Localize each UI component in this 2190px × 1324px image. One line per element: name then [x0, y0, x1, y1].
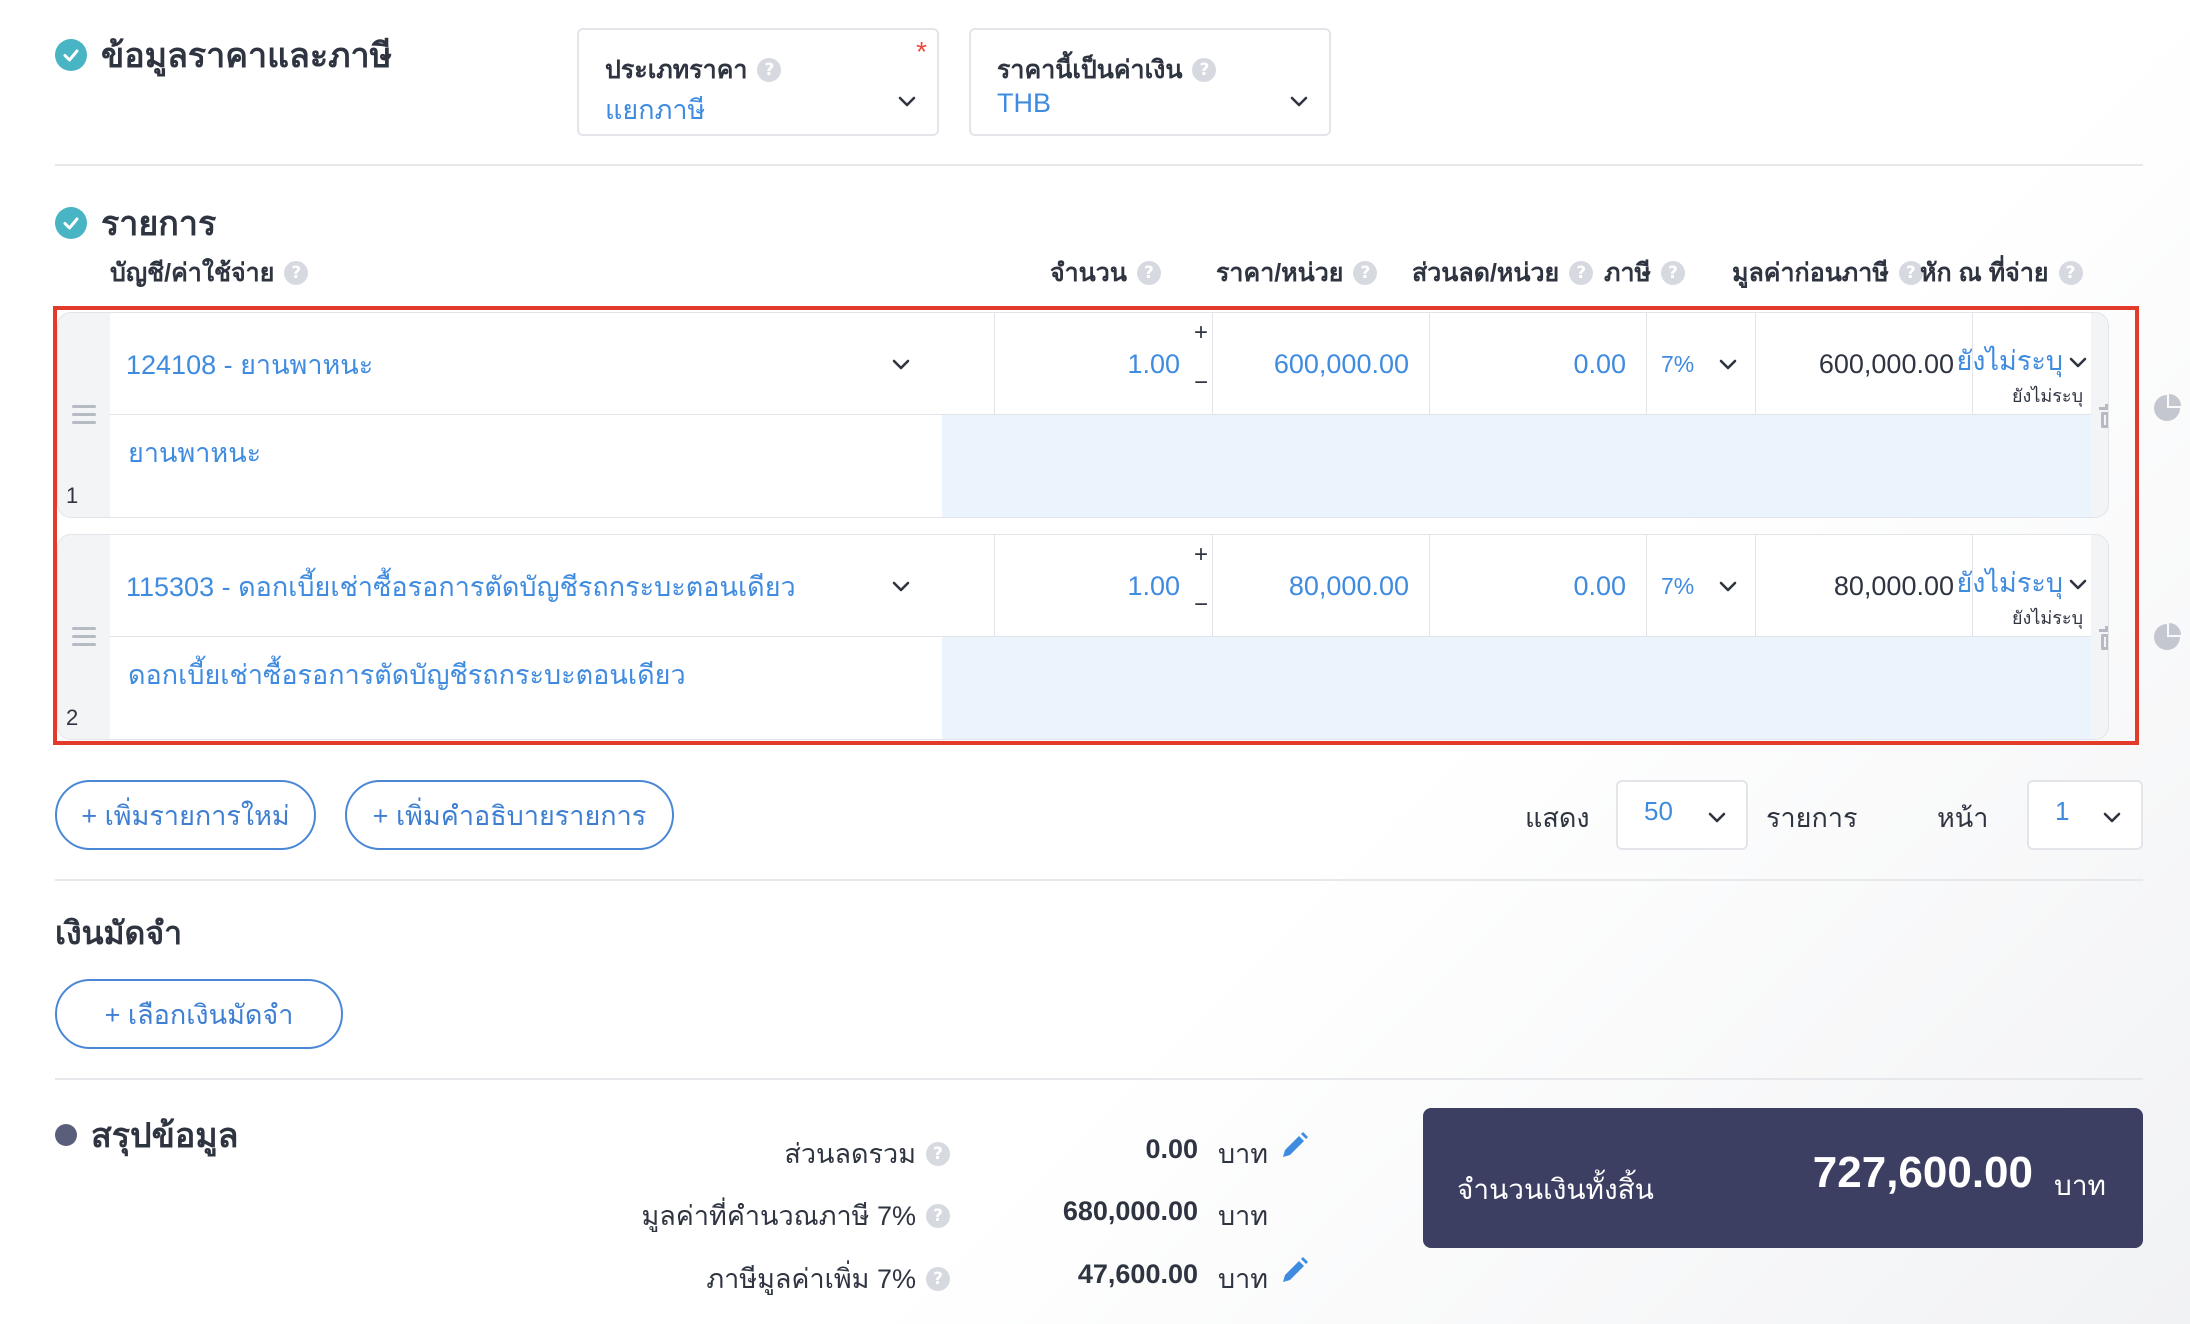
pie-chart-icon[interactable]	[2152, 622, 2182, 652]
selection-highlight	[53, 306, 2139, 745]
col-discount: ส่วนลด/หน่วย?	[1412, 253, 1594, 293]
vat-text: ภาษีมูลค่าเพิ่ม 7%	[706, 1264, 916, 1294]
help-icon[interactable]: ?	[1353, 261, 1378, 285]
help-icon[interactable]: ?	[757, 58, 782, 82]
discount-total-text: ส่วนลดรวม	[784, 1139, 916, 1169]
col-withholding: หัก ณ ที่จ่าย?	[1920, 253, 2083, 293]
check-circle-icon	[55, 207, 87, 239]
help-icon[interactable]: ?	[1661, 261, 1685, 285]
pie-chart-icon[interactable]	[2152, 393, 2182, 423]
taxable-label: มูลค่าที่คำนวณภาษี 7%?	[641, 1194, 950, 1237]
items-label: รายการ	[1766, 803, 1858, 833]
price-tax-title: ข้อมูลราคาและภาษี	[101, 37, 393, 75]
page-select[interactable]: 1	[2027, 780, 2143, 850]
grand-total-label: จำนวนเงินทั้งสิ้น	[1457, 1174, 1654, 1205]
page-size-select[interactable]: 50	[1616, 780, 1748, 850]
col-account: บัญชี/ค่าใช้จ่าย?	[110, 253, 309, 293]
grand-total-value: 727,600.00	[1812, 1148, 2033, 1197]
discount-total-label: ส่วนลดรวม?	[784, 1132, 950, 1175]
edit-pencil-icon[interactable]	[1278, 1255, 1310, 1287]
add-item-button[interactable]: + เพิ่มรายการใหม่	[55, 780, 316, 850]
help-icon[interactable]: ?	[926, 1203, 950, 1228]
price-type-label-wrap: ประเภทราคา ?	[605, 50, 782, 90]
help-icon[interactable]: ?	[1569, 261, 1594, 285]
col-unit-price-label: ราคา/หน่วย	[1216, 259, 1344, 287]
currency-select[interactable]: ราคานี้เป็นค่าเงิน ? THB	[969, 28, 1331, 136]
edit-pencil-icon[interactable]	[1278, 1130, 1310, 1162]
currency-unit: บาท	[1218, 1201, 1269, 1231]
page-value: 1	[2055, 796, 2070, 826]
grand-total-unit: บาท	[2054, 1170, 2106, 1201]
items-title: รายการ	[101, 205, 217, 243]
col-quantity: จำนวน?	[1050, 253, 1161, 293]
required-mark: *	[916, 36, 927, 67]
vat-label: ภาษีมูลค่าเพิ่ม 7%?	[706, 1257, 950, 1300]
currency-label-wrap: ราคานี้เป็นค่าเงิน ?	[997, 50, 1217, 90]
items-heading: รายการ	[55, 196, 216, 250]
help-icon[interactable]: ?	[284, 261, 309, 285]
divider	[55, 1078, 2143, 1080]
summary-title: สรุปข้อมูล	[91, 1117, 239, 1155]
chevron-down-icon	[1290, 96, 1308, 107]
help-icon[interactable]: ?	[926, 1266, 950, 1291]
taxable-value: 680,000.00	[1062, 1196, 1198, 1226]
taxable-text: มูลค่าที่คำนวณภาษี 7%	[641, 1201, 916, 1231]
col-discount-label: ส่วนลด/หน่วย	[1412, 259, 1560, 287]
col-pre-tax: มูลค่าก่อนภาษี?	[1732, 253, 1923, 293]
price-type-select[interactable]: ประเภทราคา ? * แยกภาษี	[577, 28, 939, 136]
help-icon[interactable]: ?	[1192, 58, 1217, 82]
col-account-label: บัญชี/ค่าใช้จ่าย	[110, 259, 275, 287]
help-icon[interactable]: ?	[2058, 261, 2083, 285]
summary-heading: สรุปข้อมูล	[55, 1108, 239, 1162]
currency-unit: บาท	[1218, 1139, 1269, 1169]
chevron-down-icon	[2103, 812, 2121, 823]
chevron-down-icon	[1708, 812, 1726, 823]
discount-total-value: 0.00	[1145, 1134, 1198, 1164]
col-tax: ภาษี?	[1604, 253, 1685, 293]
col-quantity-label: จำนวน	[1050, 259, 1127, 287]
price-type-value: แยกภาษี	[605, 95, 706, 125]
col-pre-tax-label: มูลค่าก่อนภาษี	[1732, 259, 1889, 287]
col-tax-label: ภาษี	[1604, 259, 1651, 287]
currency-value: THB	[997, 88, 1051, 118]
help-icon[interactable]: ?	[926, 1141, 950, 1166]
help-icon[interactable]: ?	[1136, 261, 1161, 285]
price-type-label: ประเภทราคา	[605, 56, 748, 84]
divider	[55, 879, 2143, 881]
bullet-icon	[55, 1124, 77, 1146]
currency-label: ราคานี้เป็นค่าเงิน	[997, 56, 1183, 84]
col-unit-price: ราคา/หน่วย?	[1216, 253, 1378, 293]
add-description-button[interactable]: + เพิ่มคำอธิบายรายการ	[345, 780, 674, 850]
show-label: แสดง	[1525, 803, 1590, 833]
grand-total-box: จำนวนเงินทั้งสิ้น 727,600.00 บาท	[1423, 1108, 2143, 1248]
select-deposit-button[interactable]: + เลือกเงินมัดจำ	[55, 979, 343, 1049]
chevron-down-icon	[898, 96, 916, 107]
col-withholding-label: หัก ณ ที่จ่าย	[1920, 259, 2049, 287]
check-circle-icon	[55, 39, 87, 71]
currency-unit: บาท	[1218, 1264, 1269, 1294]
divider	[55, 164, 2143, 166]
vat-value: 47,600.00	[1077, 1259, 1198, 1289]
deposit-title: เงินมัดจำ	[55, 915, 183, 951]
page-label: หน้า	[1937, 803, 1989, 833]
page-size-value: 50	[1644, 796, 1673, 826]
price-tax-heading: ข้อมูลราคาและภาษี	[55, 28, 392, 82]
